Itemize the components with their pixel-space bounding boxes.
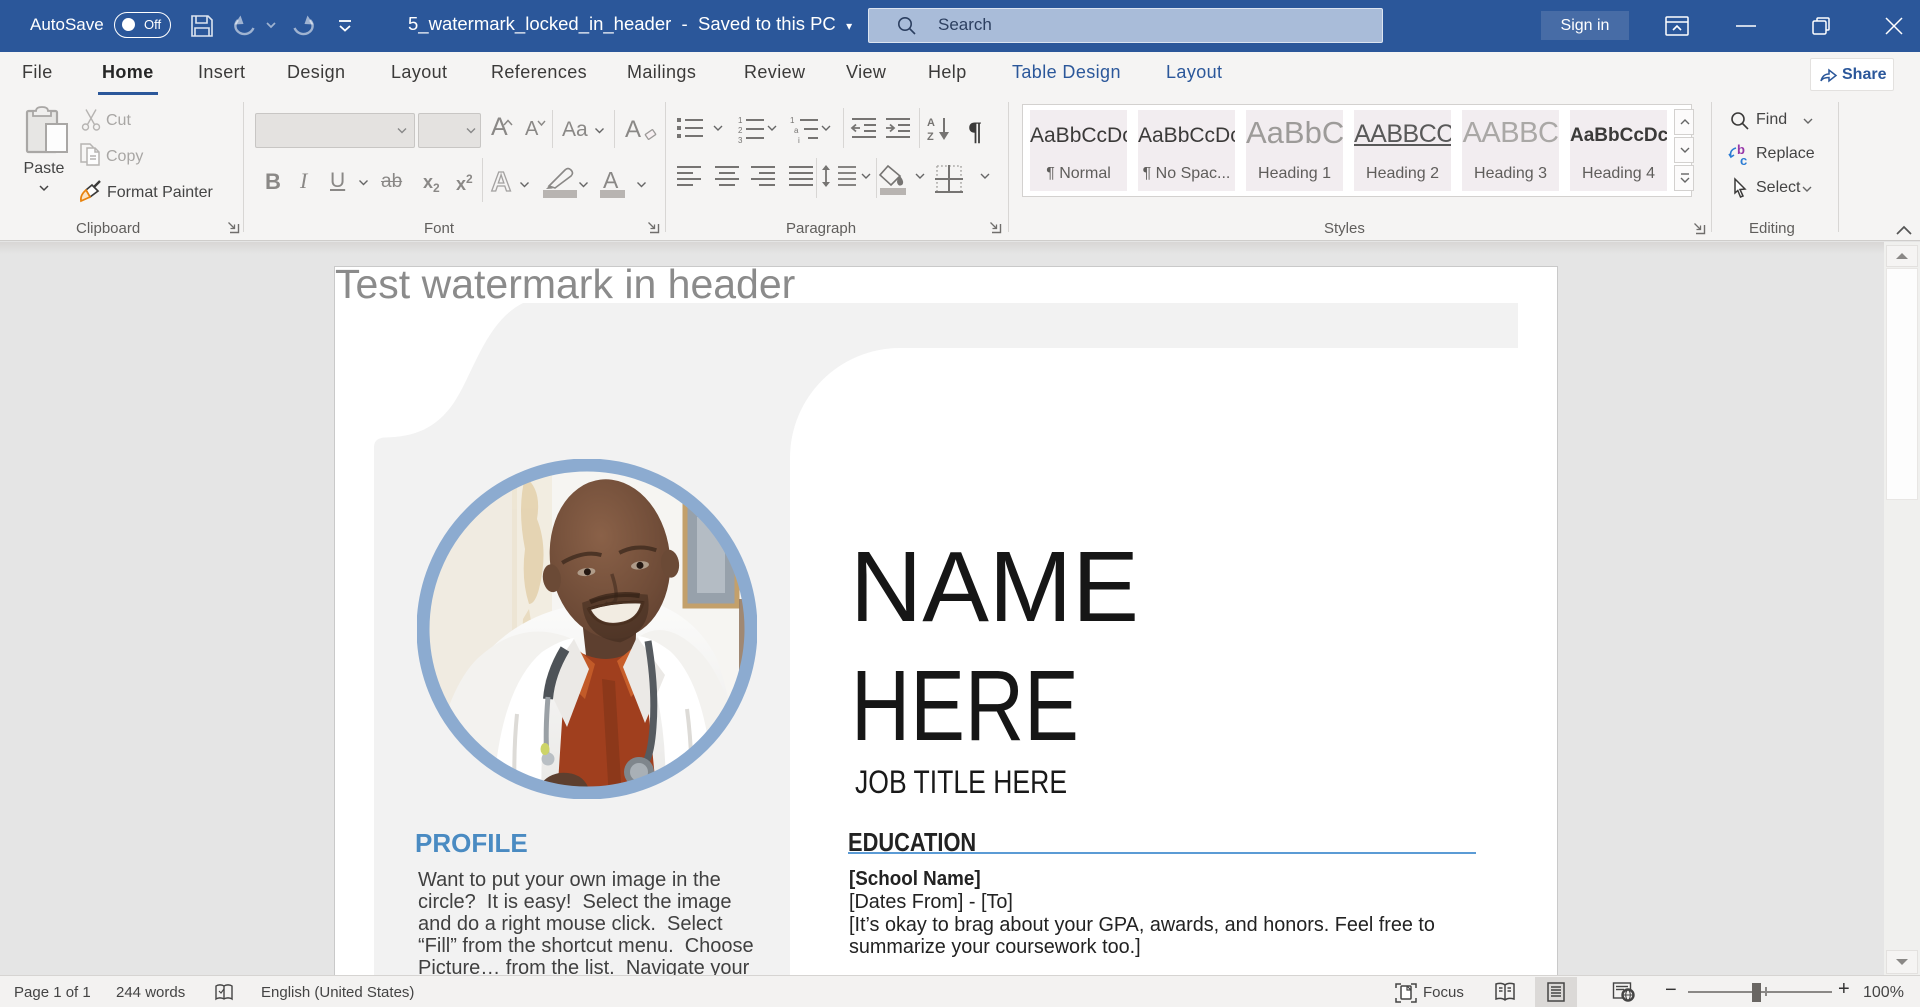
svg-text:1: 1 — [790, 116, 795, 125]
svg-text:1: 1 — [738, 116, 743, 125]
svg-text:2: 2 — [738, 126, 743, 135]
svg-text:a: a — [794, 126, 799, 135]
svg-text:c: c — [1740, 153, 1747, 167]
svg-text:i: i — [798, 136, 800, 144]
svg-text:A: A — [927, 117, 935, 129]
svg-text:¶: ¶ — [968, 117, 982, 144]
svg-text:Z: Z — [927, 131, 934, 143]
svg-text:3: 3 — [738, 136, 743, 144]
